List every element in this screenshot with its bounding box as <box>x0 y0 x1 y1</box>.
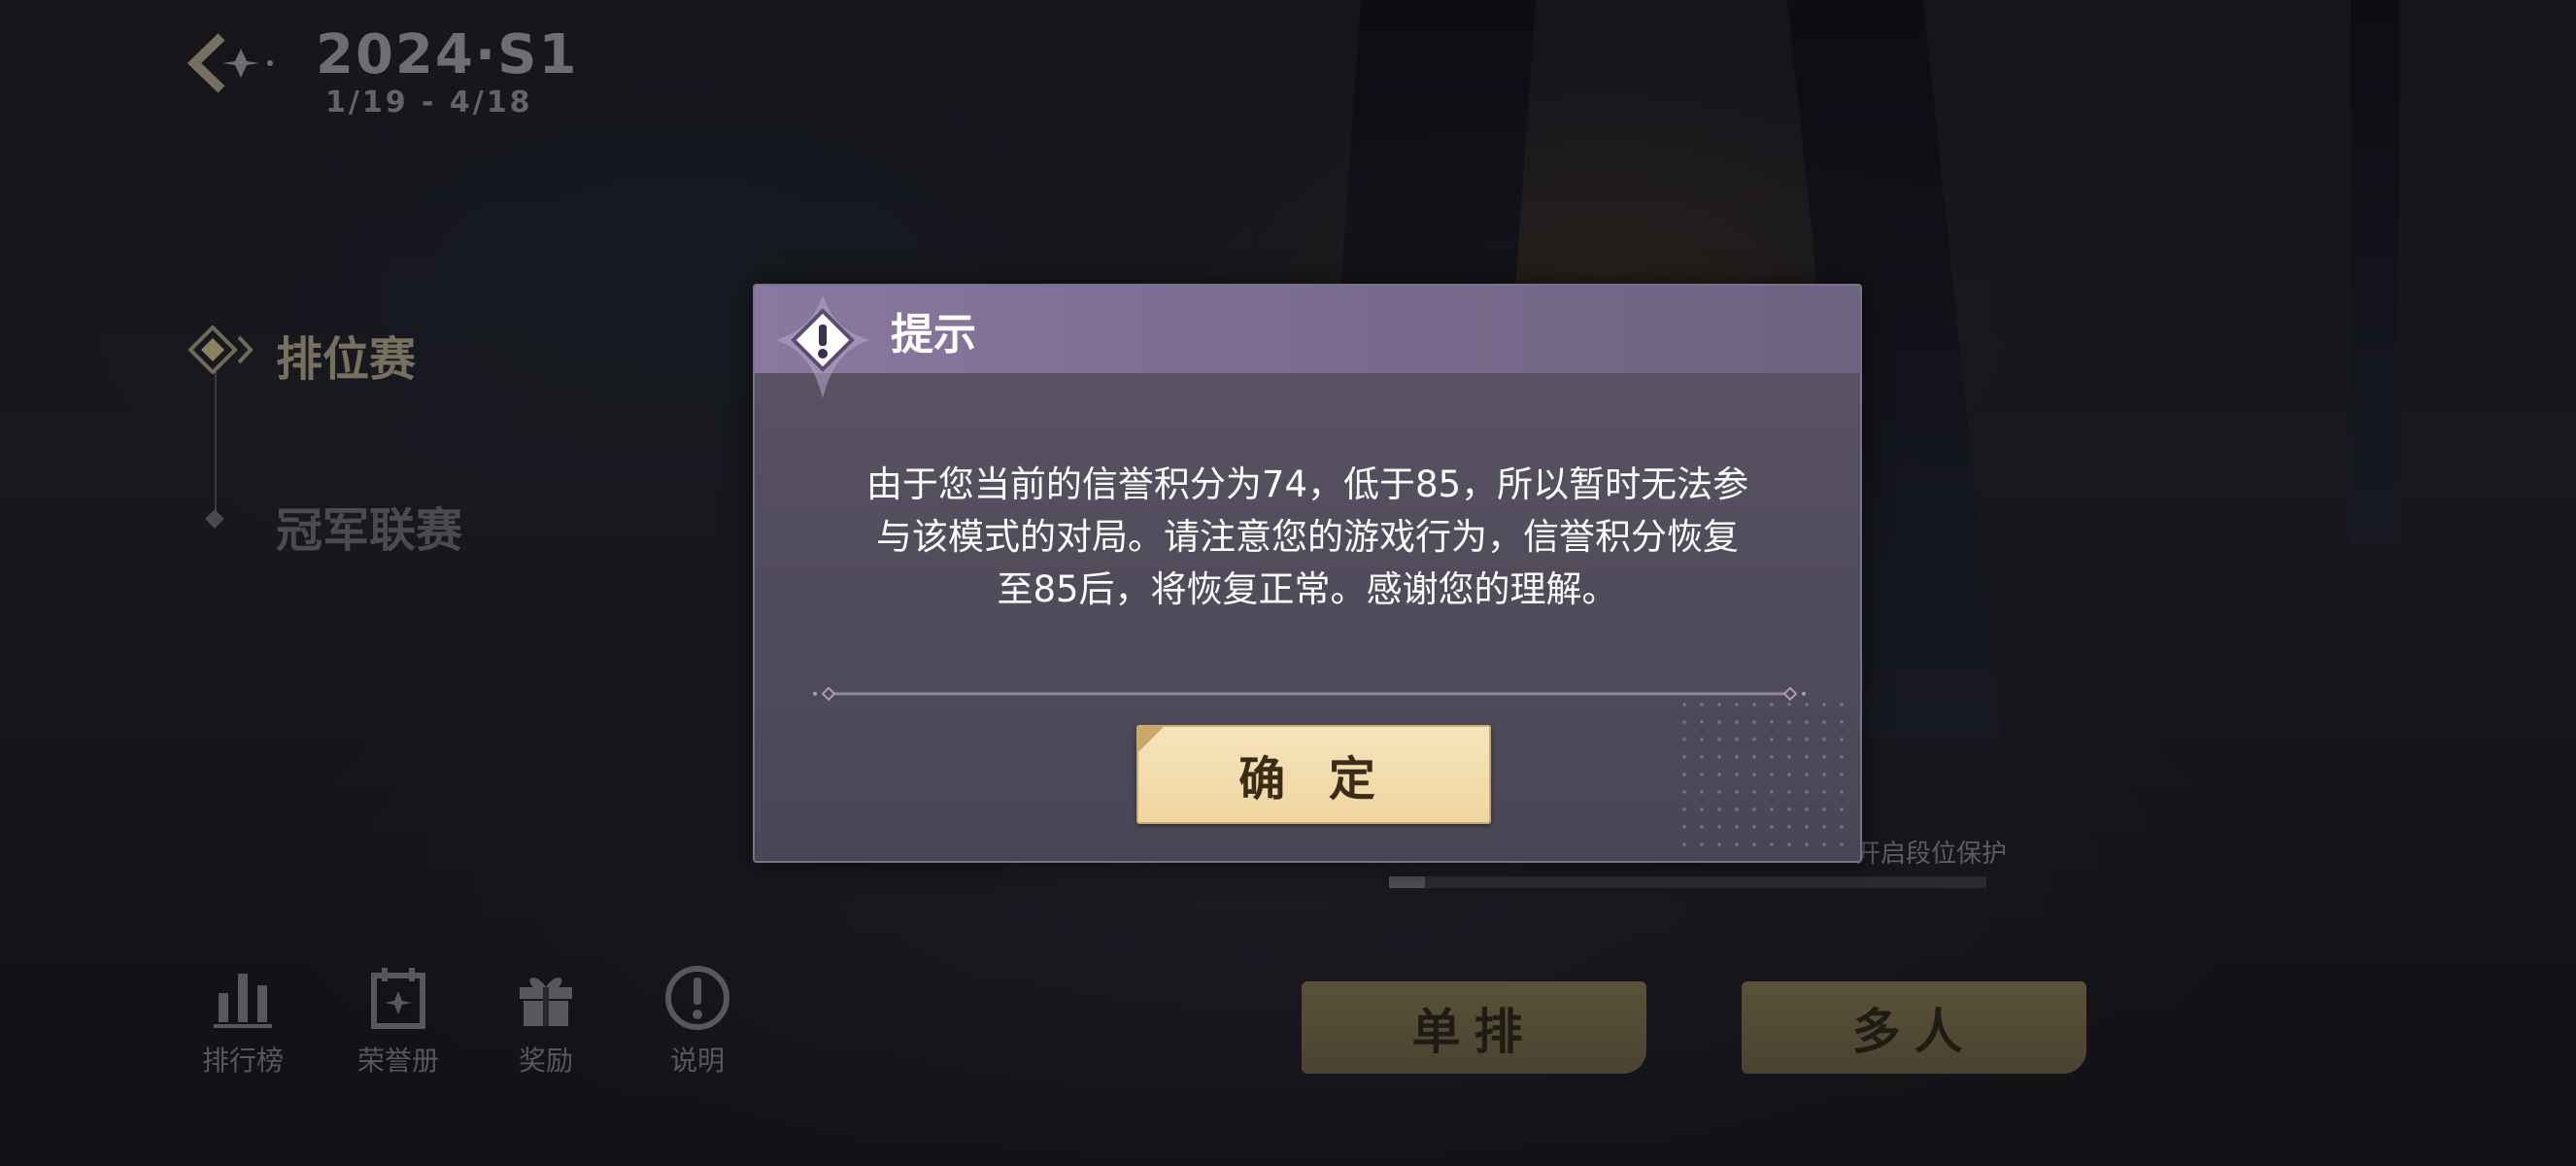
dialog-divider <box>813 686 1806 702</box>
solo-queue-button[interactable]: 单排 <box>1302 981 1646 1074</box>
confirm-button-label: 确 定 <box>1238 752 1389 806</box>
info-label: 说明 <box>669 1045 725 1077</box>
honor-book-icon <box>371 968 425 1029</box>
dialog-message-line: 与该模式的对局。请注意您的游戏行为，信誉积分恢复 <box>876 516 1739 558</box>
gift-icon <box>520 977 572 1026</box>
menu-active-marker-icon <box>188 326 254 374</box>
button-corner-decoration <box>1138 727 1164 752</box>
dialog-title: 提示 <box>891 310 976 360</box>
menu-connector-line <box>215 369 217 515</box>
warning-icon <box>776 295 869 398</box>
dialog-message-line: 由于您当前的信誉积分为74，低于85，所以暂时无法参 <box>865 463 1749 505</box>
menu-item-ranked[interactable]: 排位赛 <box>276 321 416 389</box>
dialog-message: 由于您当前的信誉积分为74，低于85，所以暂时无法参 与该模式的对局。请注意您的… <box>813 459 1802 616</box>
bar-chart-icon <box>214 974 272 1028</box>
rank-progress-fill <box>1389 876 1425 888</box>
rewards-button[interactable]: 奖励 <box>488 964 604 1079</box>
info-button[interactable]: 说明 <box>639 964 756 1079</box>
honor-book-label: 荣誉册 <box>356 1045 439 1077</box>
season-dates: 1/19 - 4/18 <box>325 86 533 120</box>
rewards-label: 奖励 <box>518 1045 573 1077</box>
menu-item-champion-league[interactable]: 冠军联赛 <box>276 492 462 560</box>
honor-book-button[interactable]: 荣誉册 <box>340 964 457 1079</box>
dialog-message-line: 至85后，将恢复正常。感谢您的理解。 <box>997 568 1618 610</box>
season-title: 2024·S1 <box>316 23 579 86</box>
confirm-button[interactable]: 确 定 <box>1136 725 1491 824</box>
multiplayer-button[interactable]: 多人 <box>1742 981 2086 1074</box>
rank-protection-text: 开启段位保护 <box>1855 840 2008 869</box>
notice-dialog: 提示 由于您当前的信誉积分为74，低于85，所以暂时无法参 与该模式的对局。请注… <box>753 284 1862 863</box>
rank-progress-bar <box>1389 876 1986 888</box>
dialog-dot-pattern <box>1676 696 1850 851</box>
info-icon <box>665 966 729 1030</box>
back-icon[interactable] <box>185 29 282 97</box>
leaderboard-button[interactable]: 排行榜 <box>185 964 301 1079</box>
leaderboard-label: 排行榜 <box>201 1045 284 1077</box>
